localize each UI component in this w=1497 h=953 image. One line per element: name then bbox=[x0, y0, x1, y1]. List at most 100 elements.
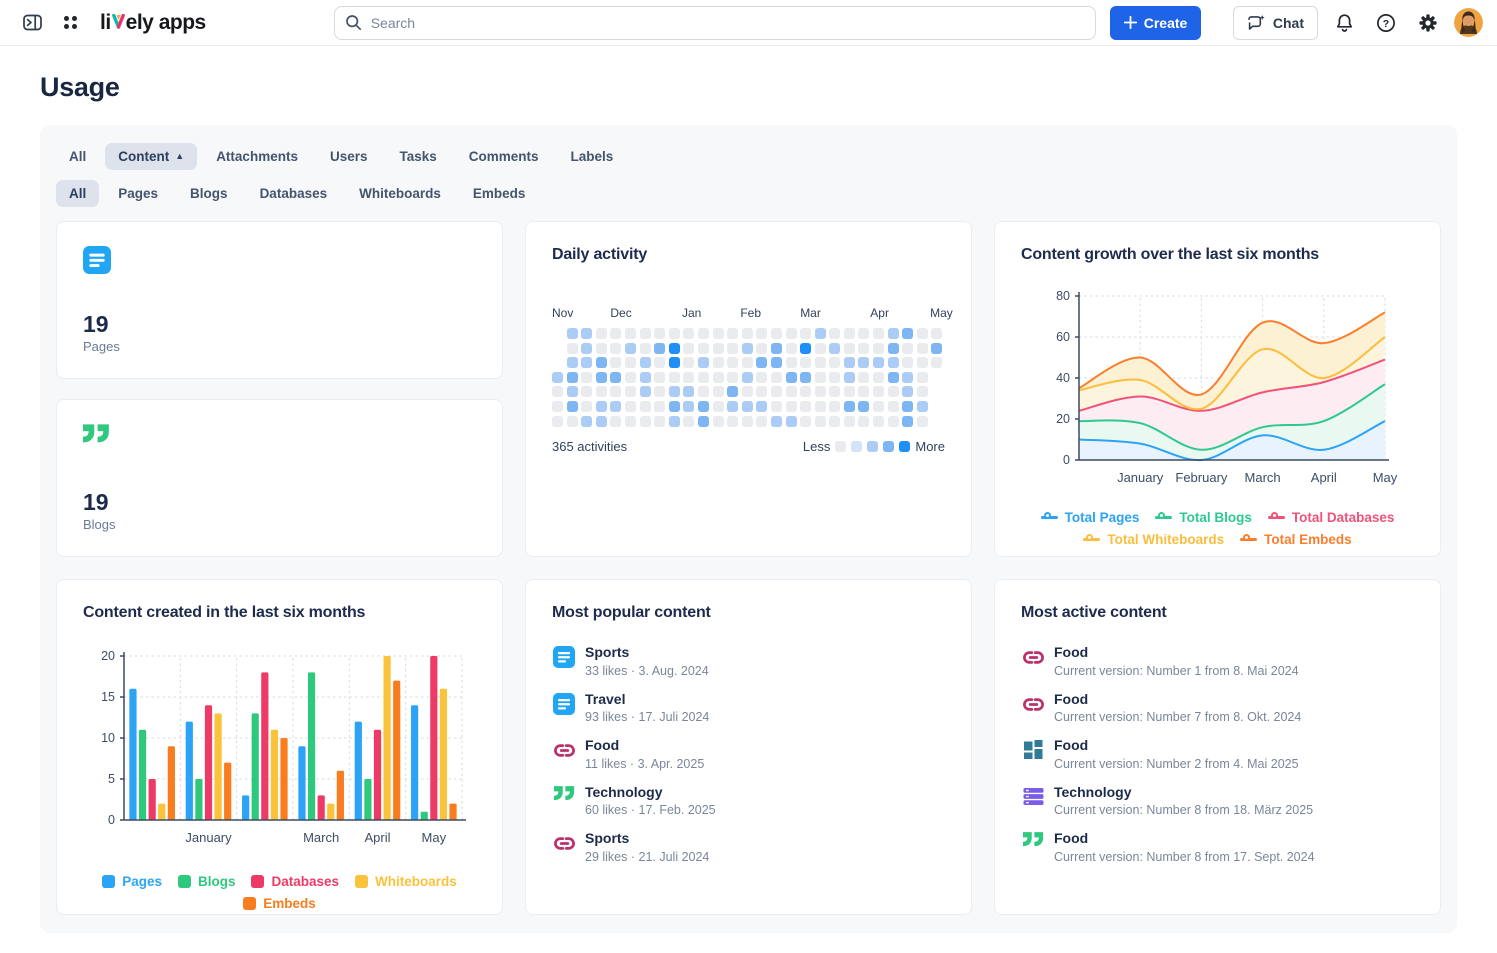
subtab-blogs[interactable]: Blogs bbox=[177, 180, 241, 207]
svg-text:April: April bbox=[364, 830, 390, 845]
heatmap-cell bbox=[771, 357, 782, 368]
heatmap-cell bbox=[727, 328, 738, 339]
create-button[interactable]: Create bbox=[1110, 6, 1202, 40]
heatmap-cell bbox=[640, 328, 651, 339]
notifications-bell-icon[interactable] bbox=[1328, 7, 1360, 39]
heatmap-cell bbox=[596, 357, 607, 368]
active-item[interactable]: TechnologyCurrent version: Number 8 from… bbox=[1021, 784, 1414, 818]
search-input[interactable] bbox=[334, 6, 1096, 40]
tab-attachments[interactable]: Attachments bbox=[203, 143, 311, 170]
app-header: liely apps Create Chat ? bbox=[0, 0, 1497, 46]
heatmap-cell bbox=[829, 416, 840, 427]
activity-total: 365 activities bbox=[552, 439, 627, 454]
subtab-whiteboards[interactable]: Whiteboards bbox=[346, 180, 454, 207]
subtab-all[interactable]: All bbox=[56, 180, 99, 207]
heatmap-cell bbox=[640, 401, 651, 412]
heatmap-cell bbox=[640, 357, 651, 368]
heatmap-cell bbox=[829, 328, 840, 339]
heatmap-cell bbox=[931, 357, 942, 368]
heatmap-cell bbox=[625, 343, 636, 354]
heatmap-cell bbox=[581, 416, 592, 427]
app-logo[interactable]: liely apps bbox=[100, 11, 206, 35]
cards-grid: 19 Pages 19 Blogs Daily activity NovDecJ… bbox=[56, 221, 1441, 915]
heatmap-cell bbox=[917, 372, 928, 383]
heatmap-cell bbox=[654, 416, 665, 427]
settings-gear-icon[interactable] bbox=[1412, 7, 1444, 39]
tab-tasks[interactable]: Tasks bbox=[386, 143, 449, 170]
heatmap-cell bbox=[902, 386, 913, 397]
heatmap-cell bbox=[610, 357, 621, 368]
heatmap-cell bbox=[581, 343, 592, 354]
svg-text:?: ? bbox=[1383, 18, 1389, 30]
popular-item[interactable]: Sports33 likes · 3. Aug. 2024 bbox=[552, 644, 945, 678]
heatmap-cell bbox=[858, 357, 869, 368]
heatmap-cell bbox=[888, 401, 899, 412]
popular-item[interactable]: Food11 likes · 3. Apr. 2025 bbox=[552, 737, 945, 771]
heatmap-cell bbox=[829, 386, 840, 397]
user-avatar[interactable] bbox=[1454, 8, 1483, 37]
page-title: Usage bbox=[0, 46, 1497, 125]
help-icon[interactable]: ? bbox=[1370, 7, 1402, 39]
heatmap-cell bbox=[713, 328, 724, 339]
subtab-databases[interactable]: Databases bbox=[247, 180, 341, 207]
heatmap-cell bbox=[815, 328, 826, 339]
heatmap-cell bbox=[873, 357, 884, 368]
content-title: Sports bbox=[585, 830, 709, 848]
heatmap-cell bbox=[727, 401, 738, 412]
heatmap-cell bbox=[683, 416, 694, 427]
heatmap-cell bbox=[654, 357, 665, 368]
heatmap-cell bbox=[552, 416, 563, 427]
subtab-embeds[interactable]: Embeds bbox=[460, 180, 539, 207]
heatmap-cell bbox=[858, 372, 869, 383]
heatmap-cell bbox=[610, 416, 621, 427]
heatmap-cell bbox=[786, 357, 797, 368]
heatmap-cell bbox=[727, 357, 738, 368]
chat-button[interactable]: Chat bbox=[1233, 6, 1318, 40]
heatmap-cell bbox=[917, 386, 928, 397]
heatmap-cell bbox=[786, 386, 797, 397]
subtab-pages[interactable]: Pages bbox=[105, 180, 171, 207]
heatmap-cell bbox=[902, 372, 913, 383]
card-title: Content created in the last six months bbox=[83, 604, 476, 622]
heatmap-cell bbox=[756, 416, 767, 427]
heatmap-cell bbox=[727, 416, 738, 427]
app-switcher-icon[interactable] bbox=[54, 7, 86, 39]
heatmap-cell bbox=[610, 343, 621, 354]
popular-item[interactable]: Sports 29 likes · 21. Juli 2024 bbox=[552, 830, 945, 864]
chat-button-label: Chat bbox=[1273, 15, 1304, 31]
content-meta: 29 likes · 21. Juli 2024 bbox=[585, 850, 709, 864]
secondary-tabs: AllPagesBlogsDatabasesWhiteboardsEmbeds bbox=[56, 180, 1441, 207]
active-item[interactable]: FoodCurrent version: Number 2 from 4. Ma… bbox=[1021, 737, 1414, 771]
heatmap-cell bbox=[771, 401, 782, 412]
heatmap-cell bbox=[581, 401, 592, 412]
heatmap-cell bbox=[727, 372, 738, 383]
tab-users[interactable]: Users bbox=[317, 143, 381, 170]
tab-comments[interactable]: Comments bbox=[456, 143, 552, 170]
page-icon bbox=[552, 644, 576, 668]
heatmap-cell bbox=[829, 401, 840, 412]
content-meta: Current version: Number 7 from 8. Okt. 2… bbox=[1054, 710, 1301, 724]
tab-labels[interactable]: Labels bbox=[558, 143, 627, 170]
heatmap-cell bbox=[888, 372, 899, 383]
active-item[interactable]: FoodCurrent version: Number 7 from 8. Ok… bbox=[1021, 691, 1414, 725]
active-item[interactable]: FoodCurrent version: Number 8 from 17. S… bbox=[1021, 830, 1414, 864]
tab-content[interactable]: Content▲ bbox=[105, 143, 197, 170]
heatmap-cell bbox=[756, 401, 767, 412]
database-icon bbox=[1021, 784, 1045, 807]
scale-more-label: More bbox=[915, 439, 945, 454]
popular-item[interactable]: Travel93 likes · 17. Juli 2024 bbox=[552, 691, 945, 725]
heatmap-cell bbox=[771, 343, 782, 354]
heatmap-cell bbox=[581, 372, 592, 383]
active-item[interactable]: FoodCurrent version: Number 1 from 8. Ma… bbox=[1021, 644, 1414, 678]
svg-text:0: 0 bbox=[108, 813, 115, 827]
scale-cell bbox=[851, 441, 862, 452]
card-title: Content growth over the last six months bbox=[1021, 246, 1414, 264]
heatmap-cell bbox=[888, 328, 899, 339]
stat-label: Pages bbox=[83, 339, 476, 354]
stat-card-blogs: 19 Blogs bbox=[56, 399, 503, 557]
sidebar-toggle-icon[interactable] bbox=[16, 7, 48, 39]
tab-all[interactable]: All bbox=[56, 143, 99, 170]
heatmap-month-label: May bbox=[930, 306, 953, 320]
popular-item[interactable]: Technology60 likes · 17. Feb. 2025 bbox=[552, 784, 945, 818]
svg-text:10: 10 bbox=[101, 731, 115, 745]
